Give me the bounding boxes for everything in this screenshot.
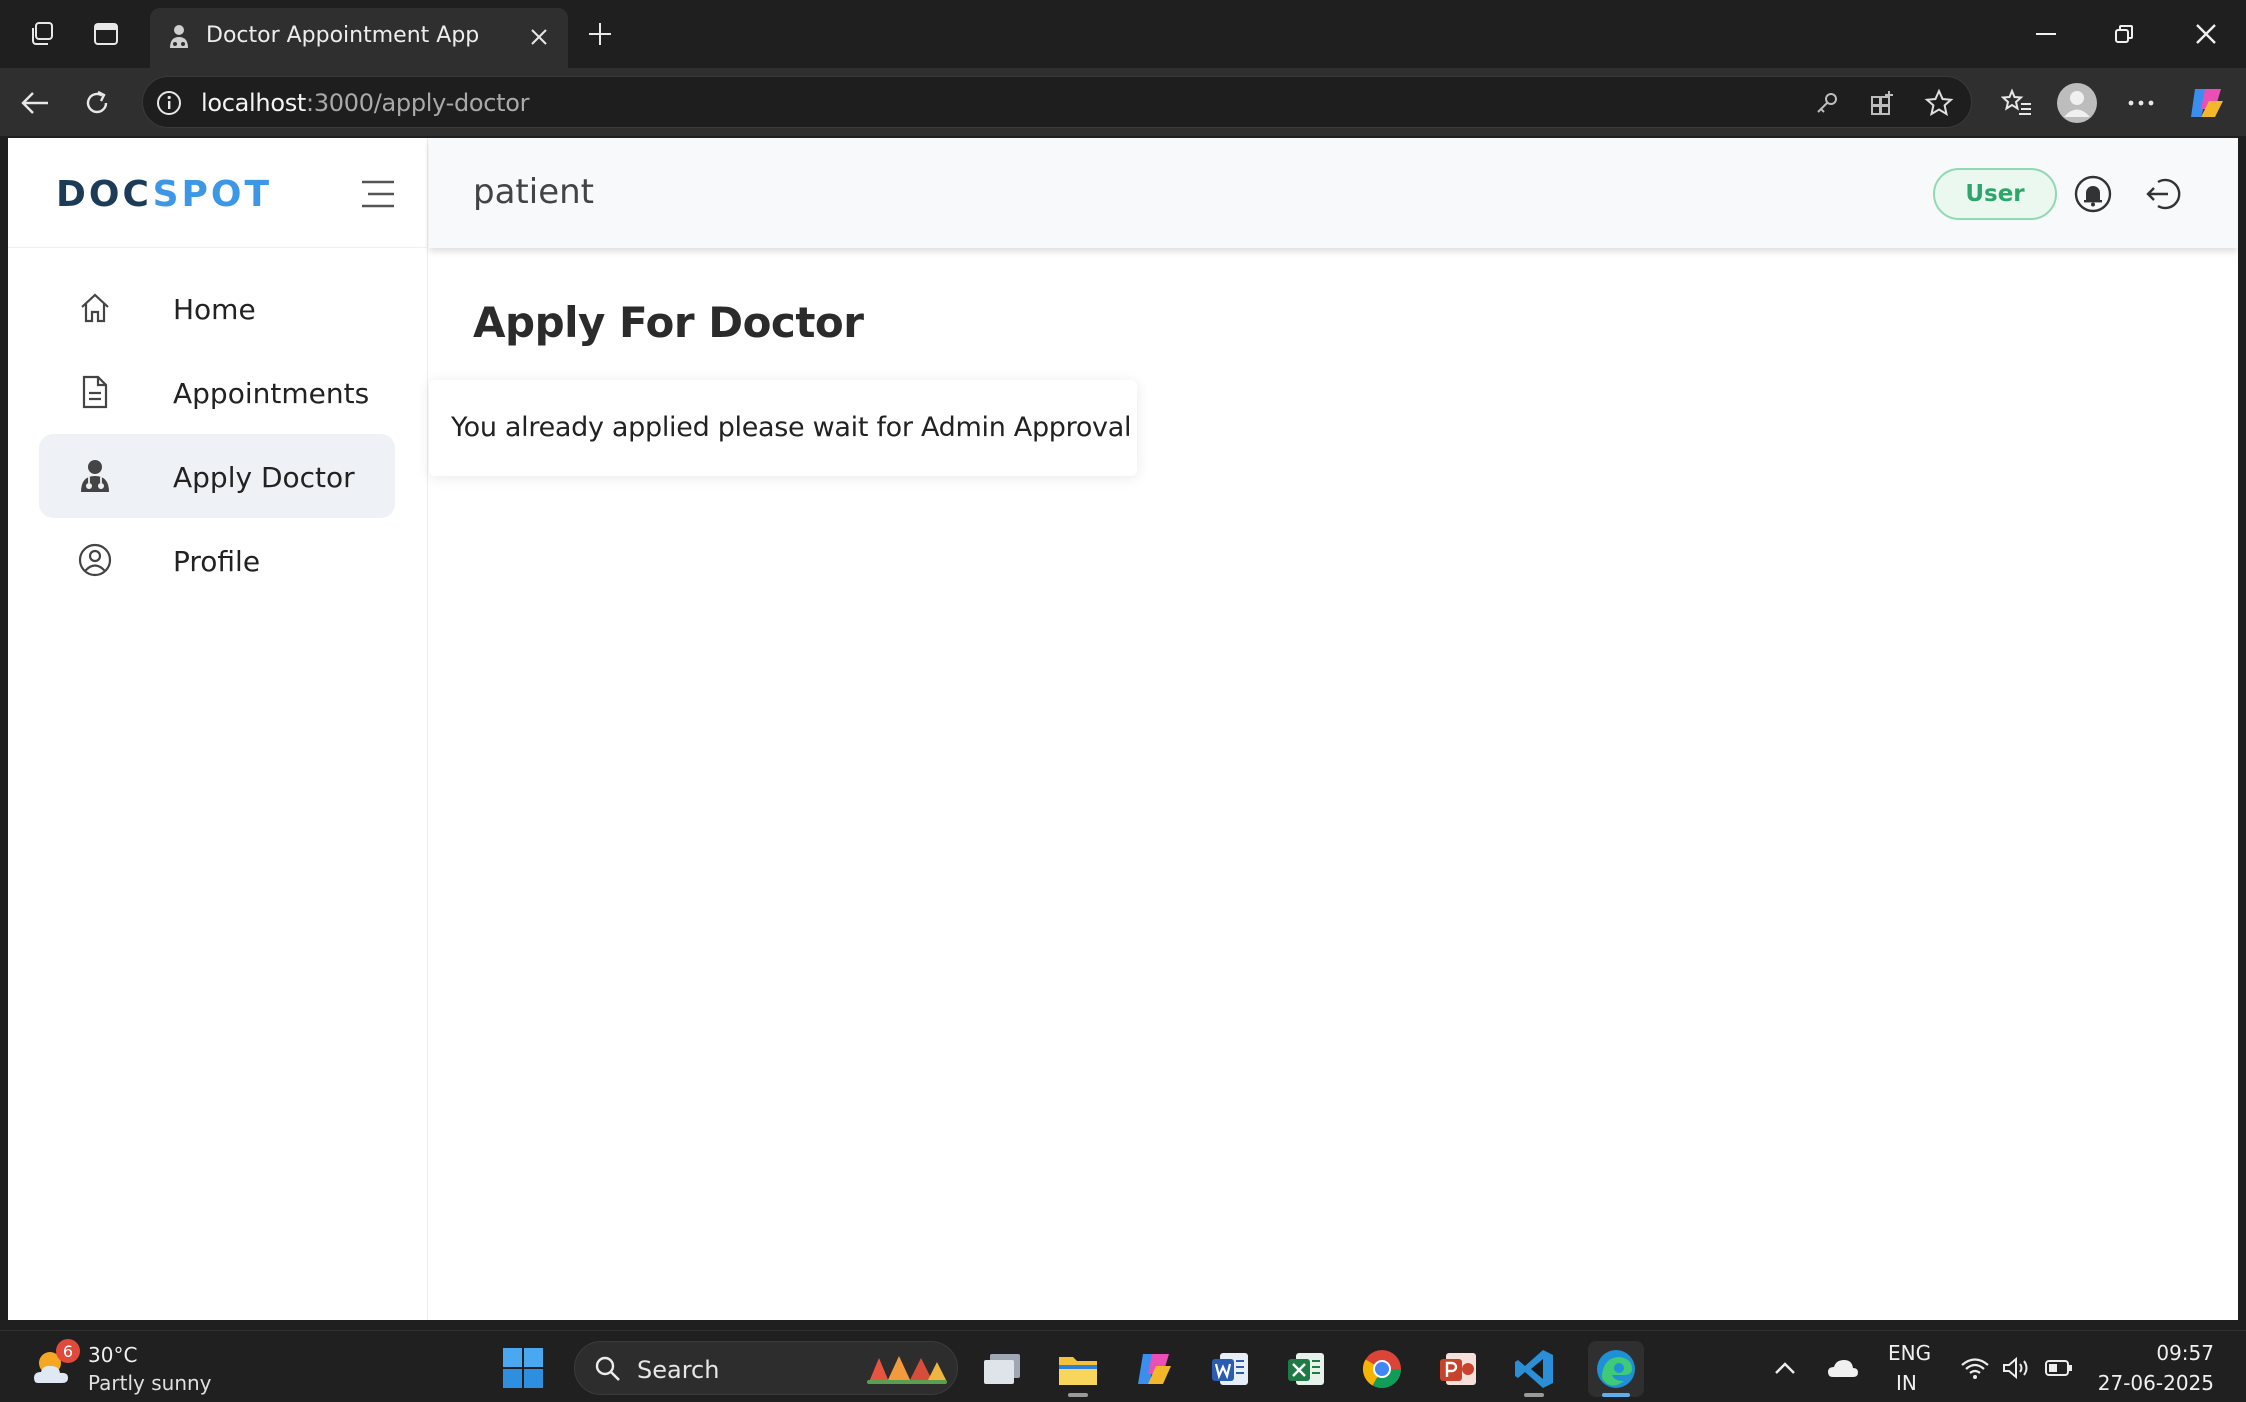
password-key-icon[interactable] bbox=[1811, 87, 1843, 119]
active-indicator bbox=[1602, 1393, 1630, 1397]
volume-icon[interactable] bbox=[2000, 1351, 2034, 1385]
sidebar-item-label: Apply Doctor bbox=[173, 461, 355, 494]
site-info-icon[interactable] bbox=[155, 89, 183, 117]
reload-icon[interactable] bbox=[76, 82, 118, 124]
task-view-icon[interactable] bbox=[974, 1341, 1030, 1397]
sidebar-item-appointments[interactable]: Appointments bbox=[39, 350, 395, 434]
powerpoint-icon[interactable] bbox=[1430, 1341, 1486, 1397]
close-window-icon[interactable] bbox=[2176, 12, 2236, 56]
new-tab-icon[interactable] bbox=[580, 14, 620, 54]
main-content: Apply For Doctor You already applied ple… bbox=[429, 248, 2238, 1320]
sidebar-item-label: Appointments bbox=[173, 377, 370, 410]
sidebar-item-profile[interactable]: Profile bbox=[39, 518, 395, 602]
file-explorer-icon[interactable] bbox=[1050, 1341, 1106, 1397]
notification-bell-icon[interactable] bbox=[2073, 174, 2113, 214]
chrome-icon[interactable] bbox=[1354, 1341, 1410, 1397]
logo-area: DOCSPOT bbox=[8, 138, 428, 248]
status-notice-text: You already applied please wait for Admi… bbox=[451, 412, 1132, 443]
clock-time[interactable]: 09:57 bbox=[2156, 1341, 2214, 1365]
copilot-icon[interactable] bbox=[2186, 82, 2228, 124]
back-icon[interactable] bbox=[14, 82, 56, 124]
sidebar: DOCSPOT Home Appointments Apply Doctor P… bbox=[8, 138, 428, 1320]
show-hidden-icons-icon[interactable] bbox=[1768, 1351, 1802, 1385]
tab-title: Doctor Appointment App bbox=[206, 23, 480, 48]
edge-browser-icon[interactable] bbox=[1588, 1341, 1644, 1397]
clock-date[interactable]: 27-06-2025 bbox=[2098, 1371, 2214, 1395]
windows-start-icon[interactable] bbox=[502, 1347, 544, 1389]
favorite-star-icon[interactable] bbox=[1923, 87, 1955, 119]
onedrive-cloud-icon[interactable] bbox=[1826, 1351, 1860, 1385]
page-title: Apply For Doctor bbox=[473, 298, 864, 347]
wifi-icon[interactable] bbox=[1958, 1351, 1992, 1385]
role-badge: User bbox=[1933, 168, 2057, 220]
logout-icon[interactable] bbox=[2143, 174, 2183, 214]
battery-icon[interactable] bbox=[2042, 1351, 2076, 1385]
sidebar-item-home[interactable]: Home bbox=[39, 266, 395, 350]
restore-icon[interactable] bbox=[2094, 12, 2154, 56]
taskbar: 6 30°C Partly sunny Search ENG IN 09:57 … bbox=[0, 1330, 2246, 1402]
sidebar-item-label: Home bbox=[173, 293, 256, 326]
sidebar-item-apply-doctor[interactable]: Apply Doctor bbox=[39, 434, 395, 518]
doctor-favicon-icon bbox=[164, 22, 194, 52]
search-label: Search bbox=[637, 1356, 720, 1384]
address-bar: localhost:3000/apply-doctor bbox=[0, 68, 2246, 136]
tab-bar: Doctor Appointment App bbox=[0, 0, 2246, 68]
search-highlight-icon bbox=[865, 1352, 949, 1386]
user-circle-icon bbox=[77, 542, 113, 578]
browser-tab-active[interactable]: Doctor Appointment App bbox=[150, 8, 568, 68]
browser-window: Doctor Appointment App localhost:3000/ap… bbox=[0, 0, 2246, 1330]
sidebar-item-label: Profile bbox=[173, 545, 261, 578]
region-indicator: IN bbox=[1896, 1371, 1917, 1395]
weather-alert-badge: 6 bbox=[56, 1339, 80, 1363]
app-available-icon[interactable] bbox=[1867, 87, 1899, 119]
more-menu-icon[interactable] bbox=[2120, 82, 2162, 124]
menu-toggle-icon[interactable] bbox=[360, 176, 396, 212]
copilot-app-icon[interactable] bbox=[1126, 1341, 1182, 1397]
word-icon[interactable] bbox=[1202, 1341, 1258, 1397]
profile-avatar-icon[interactable] bbox=[2056, 82, 2098, 124]
search-icon bbox=[593, 1354, 623, 1384]
web-page: DOCSPOT Home Appointments Apply Doctor P… bbox=[8, 138, 2238, 1320]
close-tab-icon[interactable] bbox=[522, 20, 556, 54]
doctor-icon bbox=[77, 458, 113, 494]
excel-icon[interactable] bbox=[1278, 1341, 1334, 1397]
app-logo[interactable]: DOCSPOT bbox=[56, 174, 272, 215]
document-icon bbox=[77, 374, 113, 410]
url-text: localhost:3000/apply-doctor bbox=[201, 89, 530, 117]
tab-actions-icon[interactable] bbox=[88, 16, 124, 52]
home-icon bbox=[77, 290, 113, 326]
page-header: patient User bbox=[429, 138, 2238, 248]
status-notice-card: You already applied please wait for Admi… bbox=[429, 380, 1137, 476]
vscode-icon[interactable] bbox=[1506, 1341, 1562, 1397]
language-indicator[interactable]: ENG bbox=[1888, 1341, 1931, 1365]
minimize-icon[interactable] bbox=[2016, 12, 2076, 56]
header-username: patient bbox=[473, 172, 594, 212]
weather-temperature: 30°C bbox=[88, 1343, 138, 1367]
weather-description: Partly sunny bbox=[88, 1371, 212, 1395]
running-indicator bbox=[1524, 1393, 1544, 1397]
url-input[interactable]: localhost:3000/apply-doctor bbox=[142, 76, 1972, 128]
workspaces-icon[interactable] bbox=[24, 16, 60, 52]
running-indicator bbox=[1068, 1393, 1088, 1397]
taskbar-search[interactable]: Search bbox=[574, 1341, 958, 1395]
favorites-list-icon[interactable] bbox=[1996, 82, 2038, 124]
